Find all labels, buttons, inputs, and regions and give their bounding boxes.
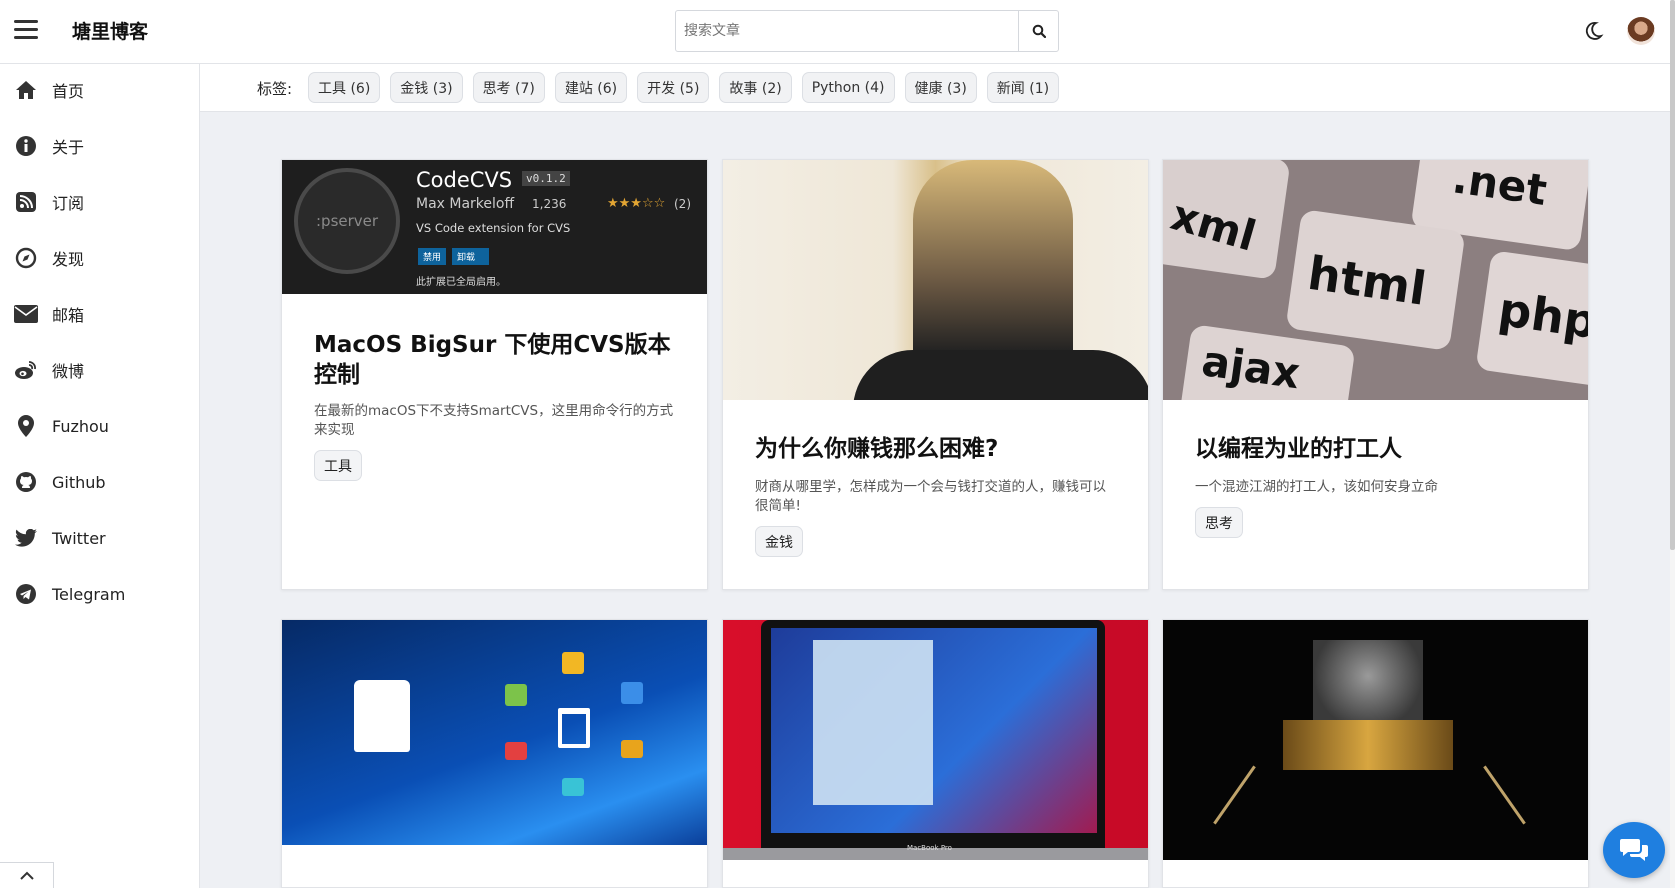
sidebar-item-label: 发现 <box>52 250 85 269</box>
post-thumbnail: xml .net html php ajax <box>1163 160 1588 400</box>
sidebar-item-label: Fuzhou <box>52 416 109 436</box>
post-title[interactable]: MacOS BigSur 下使用CVS版本控制 <box>314 330 684 390</box>
post-card[interactable] <box>281 619 708 888</box>
sidebar-item-telegram[interactable]: Telegram <box>0 572 199 616</box>
sidebar-item-twitter[interactable]: Twitter <box>0 516 199 560</box>
post-thumbnail <box>723 160 1148 400</box>
post-card[interactable]: 为什么你赚钱那么困难? 财商从哪里学，怎样成为一个会与钱打交道的人，赚钱可以很简… <box>722 159 1149 590</box>
post-thumbnail: MacBook Pro <box>723 620 1148 860</box>
top-bar: 塘里博客 <box>0 0 1670 64</box>
post-title[interactable]: 以编程为业的打工人 <box>1195 434 1565 464</box>
post-description: 在最新的macOS下不支持SmartCVS，这里用命令行的方式来实现 <box>314 403 674 438</box>
tag-chip[interactable]: 开发 (5) <box>637 72 710 103</box>
info-icon <box>14 134 38 158</box>
home-icon <box>14 78 38 102</box>
sidebar-item-label: Telegram <box>52 584 126 604</box>
tag-chip[interactable]: 新闻 (1) <box>986 72 1060 103</box>
tag-chip[interactable]: 故事 (2) <box>719 72 792 103</box>
tag-chip[interactable]: Python (4) <box>801 72 895 103</box>
sidebar-item-location[interactable]: Fuzhou <box>0 404 199 448</box>
telegram-icon <box>14 582 38 606</box>
post-description: 财商从哪里学，怎样成为一个会与钱打交道的人，赚钱可以很简单! <box>755 479 1106 514</box>
post-tag[interactable]: 工具 <box>314 450 362 481</box>
twitter-icon <box>14 526 38 550</box>
post-description: 一个混迹江湖的打工人，该如何安身立命 <box>1195 479 1438 495</box>
moon-icon[interactable] <box>1582 20 1604 42</box>
menu-icon[interactable] <box>14 20 38 40</box>
tag-chip[interactable]: 健康 (3) <box>904 72 977 103</box>
post-tag[interactable]: 金钱 <box>755 526 803 557</box>
page-scrollbar[interactable] <box>1670 0 1675 888</box>
post-thumbnail <box>282 620 707 845</box>
sidebar-item-label: Github <box>52 472 106 492</box>
sidebar-item-label: 关于 <box>52 138 85 157</box>
map-marker-icon <box>14 414 38 438</box>
sidebar: 首页 关于 订阅 发现 邮箱 微博 Fuzhou Github Twitter … <box>0 64 200 888</box>
chevron-up-icon <box>19 871 34 880</box>
search-input[interactable] <box>676 11 1018 51</box>
sidebar-item-subscribe[interactable]: 订阅 <box>0 180 199 224</box>
rss-icon <box>14 190 38 214</box>
sidebar-item-label: 邮箱 <box>52 306 85 325</box>
envelope-icon <box>14 302 38 326</box>
post-card[interactable]: :pserver CodeCVS v0.1.2 Max Markeloff 1,… <box>281 159 708 590</box>
sidebar-item-label: 首页 <box>52 82 85 101</box>
chat-icon <box>1620 839 1648 861</box>
sidebar-item-weibo[interactable]: 微博 <box>0 348 199 392</box>
compass-icon <box>14 246 38 270</box>
tag-chip[interactable]: 建站 (6) <box>554 72 628 103</box>
post-card[interactable]: xml .net html php ajax 以编程为业的打工人 一个混迹江湖的… <box>1162 159 1589 590</box>
sidebar-item-label: Twitter <box>52 528 106 548</box>
sidebar-item-home[interactable]: 首页 <box>0 68 199 112</box>
collapse-button[interactable] <box>0 862 54 888</box>
site-title[interactable]: 塘里博客 <box>72 17 148 44</box>
weibo-icon <box>14 358 38 382</box>
tag-bar-label: 标签: <box>257 80 293 98</box>
post-thumbnail: :pserver CodeCVS v0.1.2 Max Markeloff 1,… <box>282 160 707 294</box>
tag-chip[interactable]: 思考 (7) <box>472 72 545 103</box>
tag-bar: 标签: 工具 (6) 金钱 (3) 思考 (7) 建站 (6) 开发 (5) 故… <box>200 64 1670 112</box>
post-tag[interactable]: 思考 <box>1195 507 1243 538</box>
chat-button[interactable] <box>1603 822 1665 878</box>
post-title[interactable]: 为什么你赚钱那么困难? <box>755 434 1125 464</box>
tag-chip[interactable]: 工具 (6) <box>308 72 381 103</box>
sidebar-item-about[interactable]: 关于 <box>0 124 199 168</box>
tag-chip[interactable]: 金钱 (3) <box>390 72 463 103</box>
sidebar-item-label: 订阅 <box>52 194 85 213</box>
extension-logo: :pserver <box>294 168 400 274</box>
sidebar-item-discover[interactable]: 发现 <box>0 236 199 280</box>
search-button[interactable] <box>1018 11 1058 51</box>
search-icon <box>1032 24 1046 38</box>
post-thumbnail <box>1163 620 1588 860</box>
sidebar-item-label: 微博 <box>52 362 85 381</box>
search-box <box>675 10 1059 52</box>
post-card[interactable] <box>1162 619 1589 888</box>
sidebar-item-mail[interactable]: 邮箱 <box>0 292 199 336</box>
github-icon <box>14 470 38 494</box>
avatar[interactable] <box>1627 17 1655 45</box>
sidebar-item-github[interactable]: Github <box>0 460 199 504</box>
post-card[interactable]: MacBook Pro <box>722 619 1149 888</box>
